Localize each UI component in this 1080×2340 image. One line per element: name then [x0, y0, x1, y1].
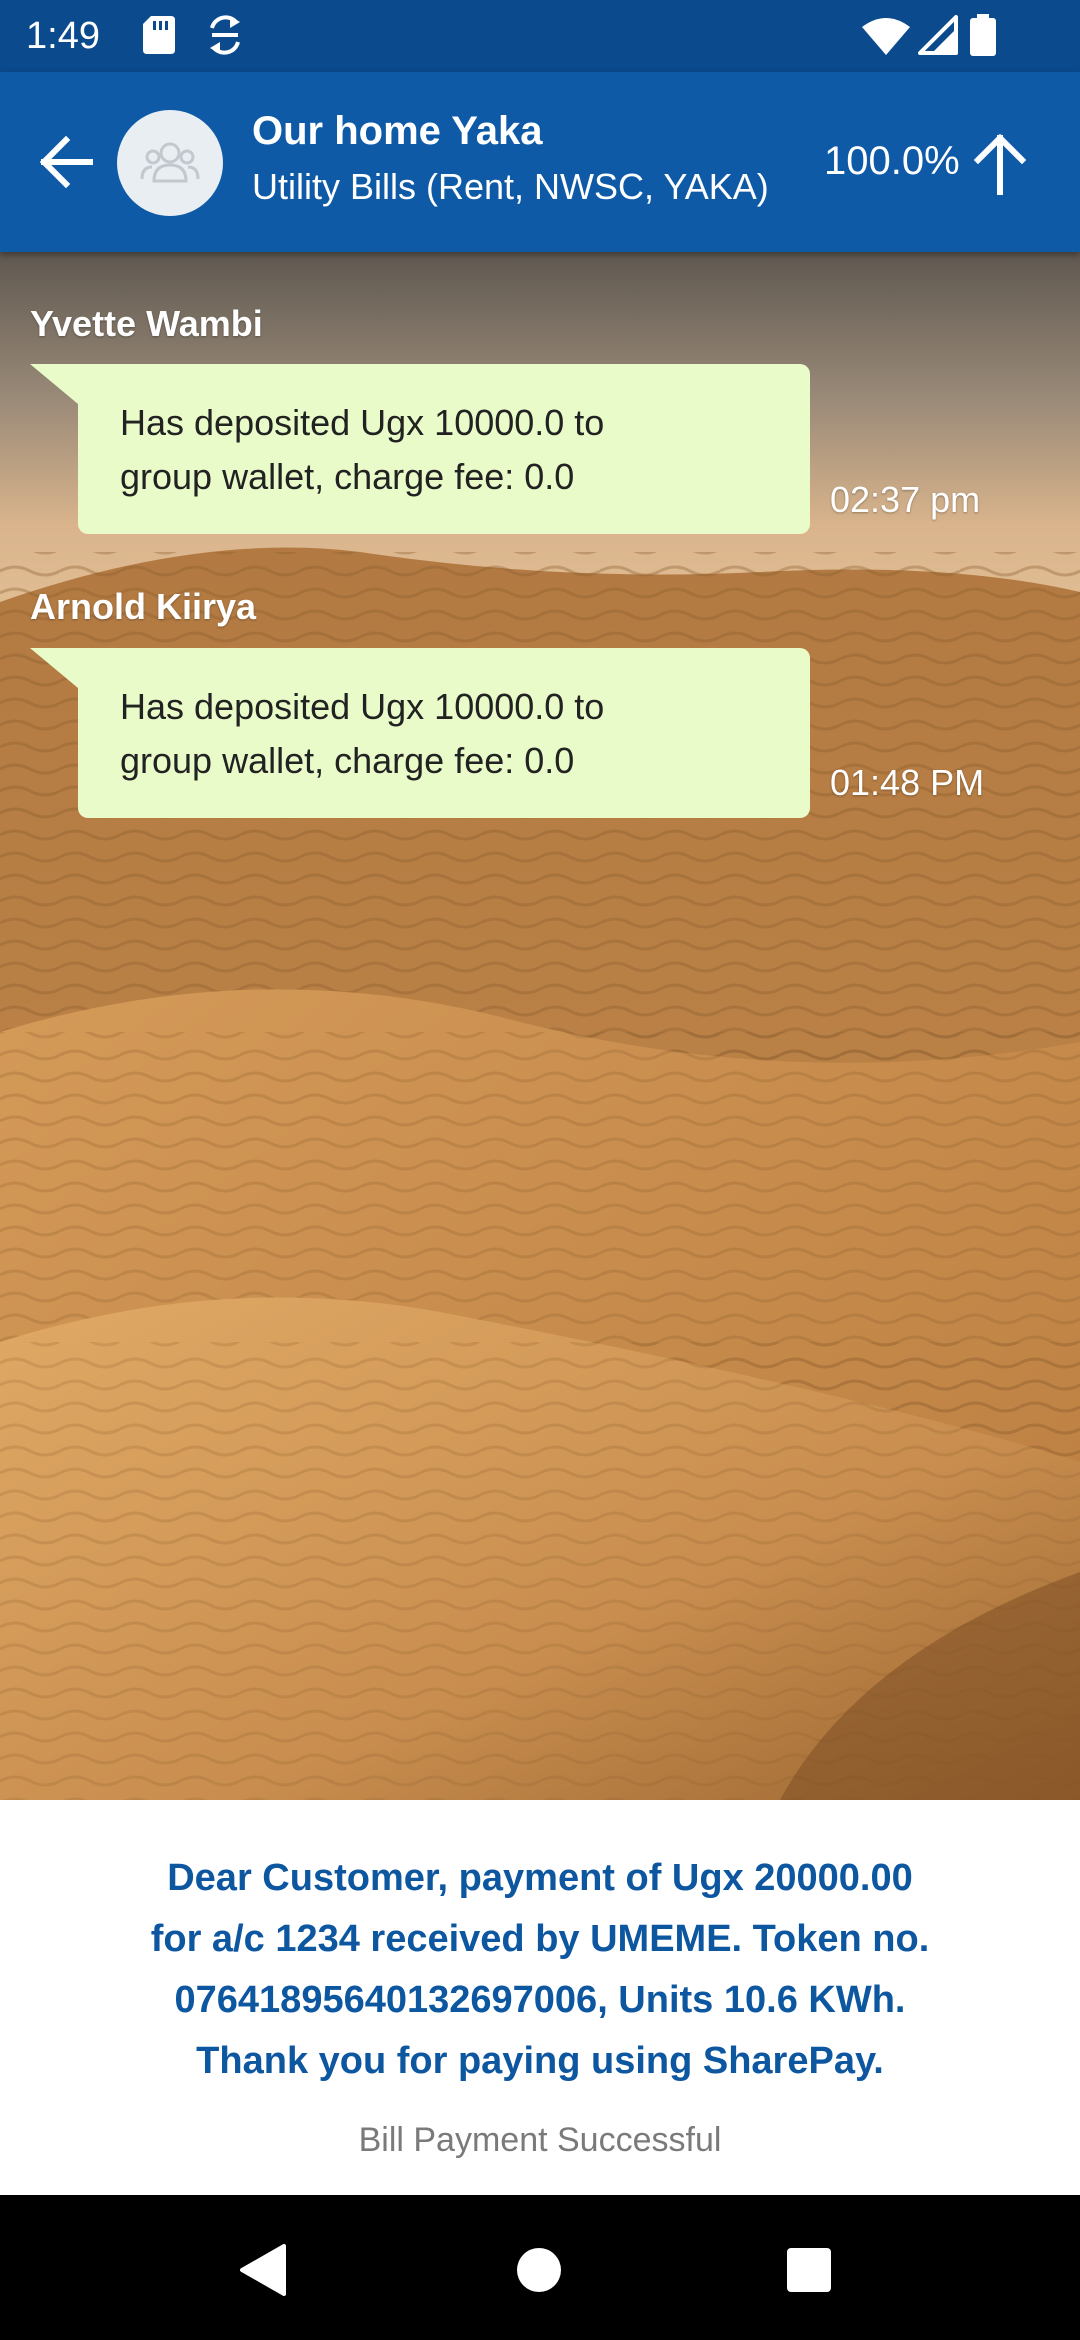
- arrow-up-button[interactable]: [970, 128, 1030, 198]
- message-time: 01:48 PM: [830, 762, 985, 803]
- arrow-up-icon: [973, 133, 1027, 195]
- status-bar: 1:49: [0, 0, 1080, 72]
- sync-icon: [208, 14, 242, 61]
- status-time: 1:49: [26, 15, 100, 57]
- message-sender: Yvette Wambi: [30, 303, 263, 344]
- group-avatar-icon: [140, 142, 200, 183]
- sd-card-icon: [143, 16, 175, 59]
- message-text-line: group wallet, charge fee: 0.0: [120, 740, 575, 781]
- message-text-line: group wallet, charge fee: 0.0: [120, 456, 575, 497]
- nav-home-icon[interactable]: [516, 2247, 562, 2293]
- nav-recents-icon[interactable]: [786, 2247, 832, 2293]
- back-arrow-icon: [39, 135, 93, 189]
- progress-percent: 100.0%: [824, 139, 960, 183]
- message-text-line: Has deposited Ugx 10000.0 to: [120, 686, 605, 727]
- battery-icon: [970, 14, 996, 61]
- payment-message-line: 07641895640132697006, Units 10.6 KWh.: [174, 1979, 906, 2021]
- group-name[interactable]: Our home Yaka: [252, 106, 543, 156]
- group-avatar[interactable]: [117, 110, 223, 216]
- message-text-line: Has deposited Ugx 10000.0 to: [120, 402, 605, 443]
- signal-icon: [918, 15, 958, 60]
- message-bubble[interactable]: Has deposited Ugx 10000.0 to group walle…: [78, 648, 810, 818]
- system-nav-bar: [0, 2195, 1080, 2340]
- screen: 1:49 Our home Yaka Utility Bills (Rent, …: [0, 0, 1080, 2340]
- payment-message-line: Thank you for paying using SharePay.: [196, 2040, 884, 2082]
- group-subtitle: Utility Bills (Rent, NWSC, YAKA): [252, 166, 769, 207]
- payment-message: Dear Customer, payment of Ugx 20000.00 f…: [90, 1848, 990, 2092]
- payment-message-line: for a/c 1234 received by UMEME. Token no…: [150, 1918, 930, 1960]
- chat-area[interactable]: Yvette Wambi Has deposited Ugx 10000.0 t…: [0, 252, 1080, 1800]
- back-button[interactable]: [30, 122, 102, 202]
- nav-back-icon[interactable]: [238, 2243, 288, 2297]
- app-bar: Our home Yaka Utility Bills (Rent, NWSC,…: [0, 72, 1080, 252]
- wifi-icon: [862, 17, 910, 60]
- message-time: 02:37 pm: [830, 479, 981, 520]
- message-sender: Arnold Kiirya: [30, 586, 257, 627]
- payment-status-label: Bill Payment Successful: [358, 2121, 722, 2159]
- message-bubble[interactable]: Has deposited Ugx 10000.0 to group walle…: [78, 364, 810, 534]
- payment-message-line: Dear Customer, payment of Ugx 20000.00: [167, 1857, 913, 1899]
- payment-notification-card[interactable]: Dear Customer, payment of Ugx 20000.00 f…: [0, 1800, 1080, 2195]
